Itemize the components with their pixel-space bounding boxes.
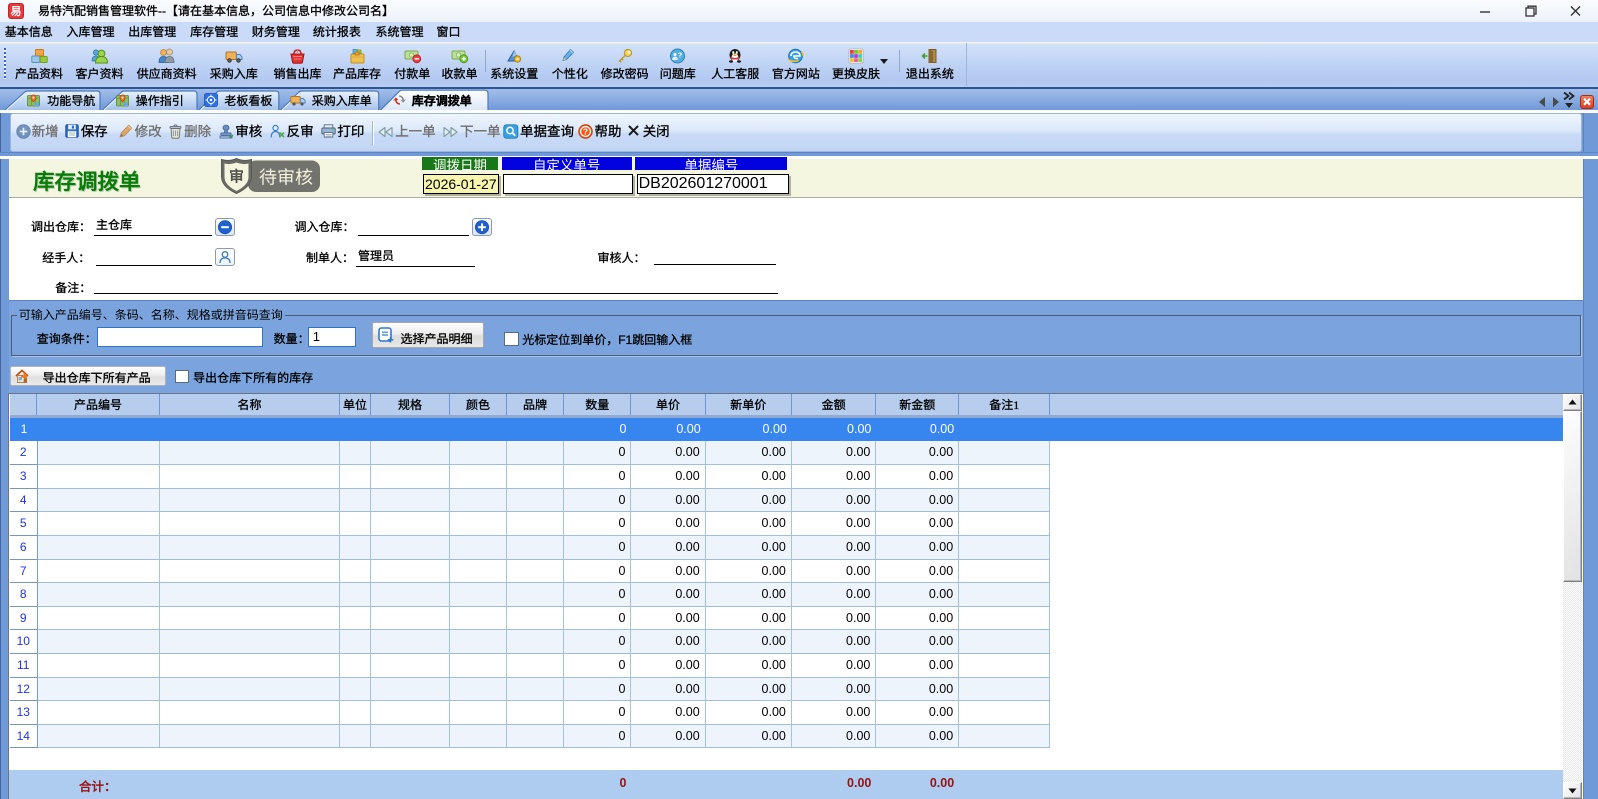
- svg-text:审: 审: [229, 165, 244, 186]
- svg-text:?: ?: [678, 51, 683, 60]
- svg-text:待审核: 待审核: [259, 163, 313, 189]
- svg-text:?: ?: [583, 127, 588, 137]
